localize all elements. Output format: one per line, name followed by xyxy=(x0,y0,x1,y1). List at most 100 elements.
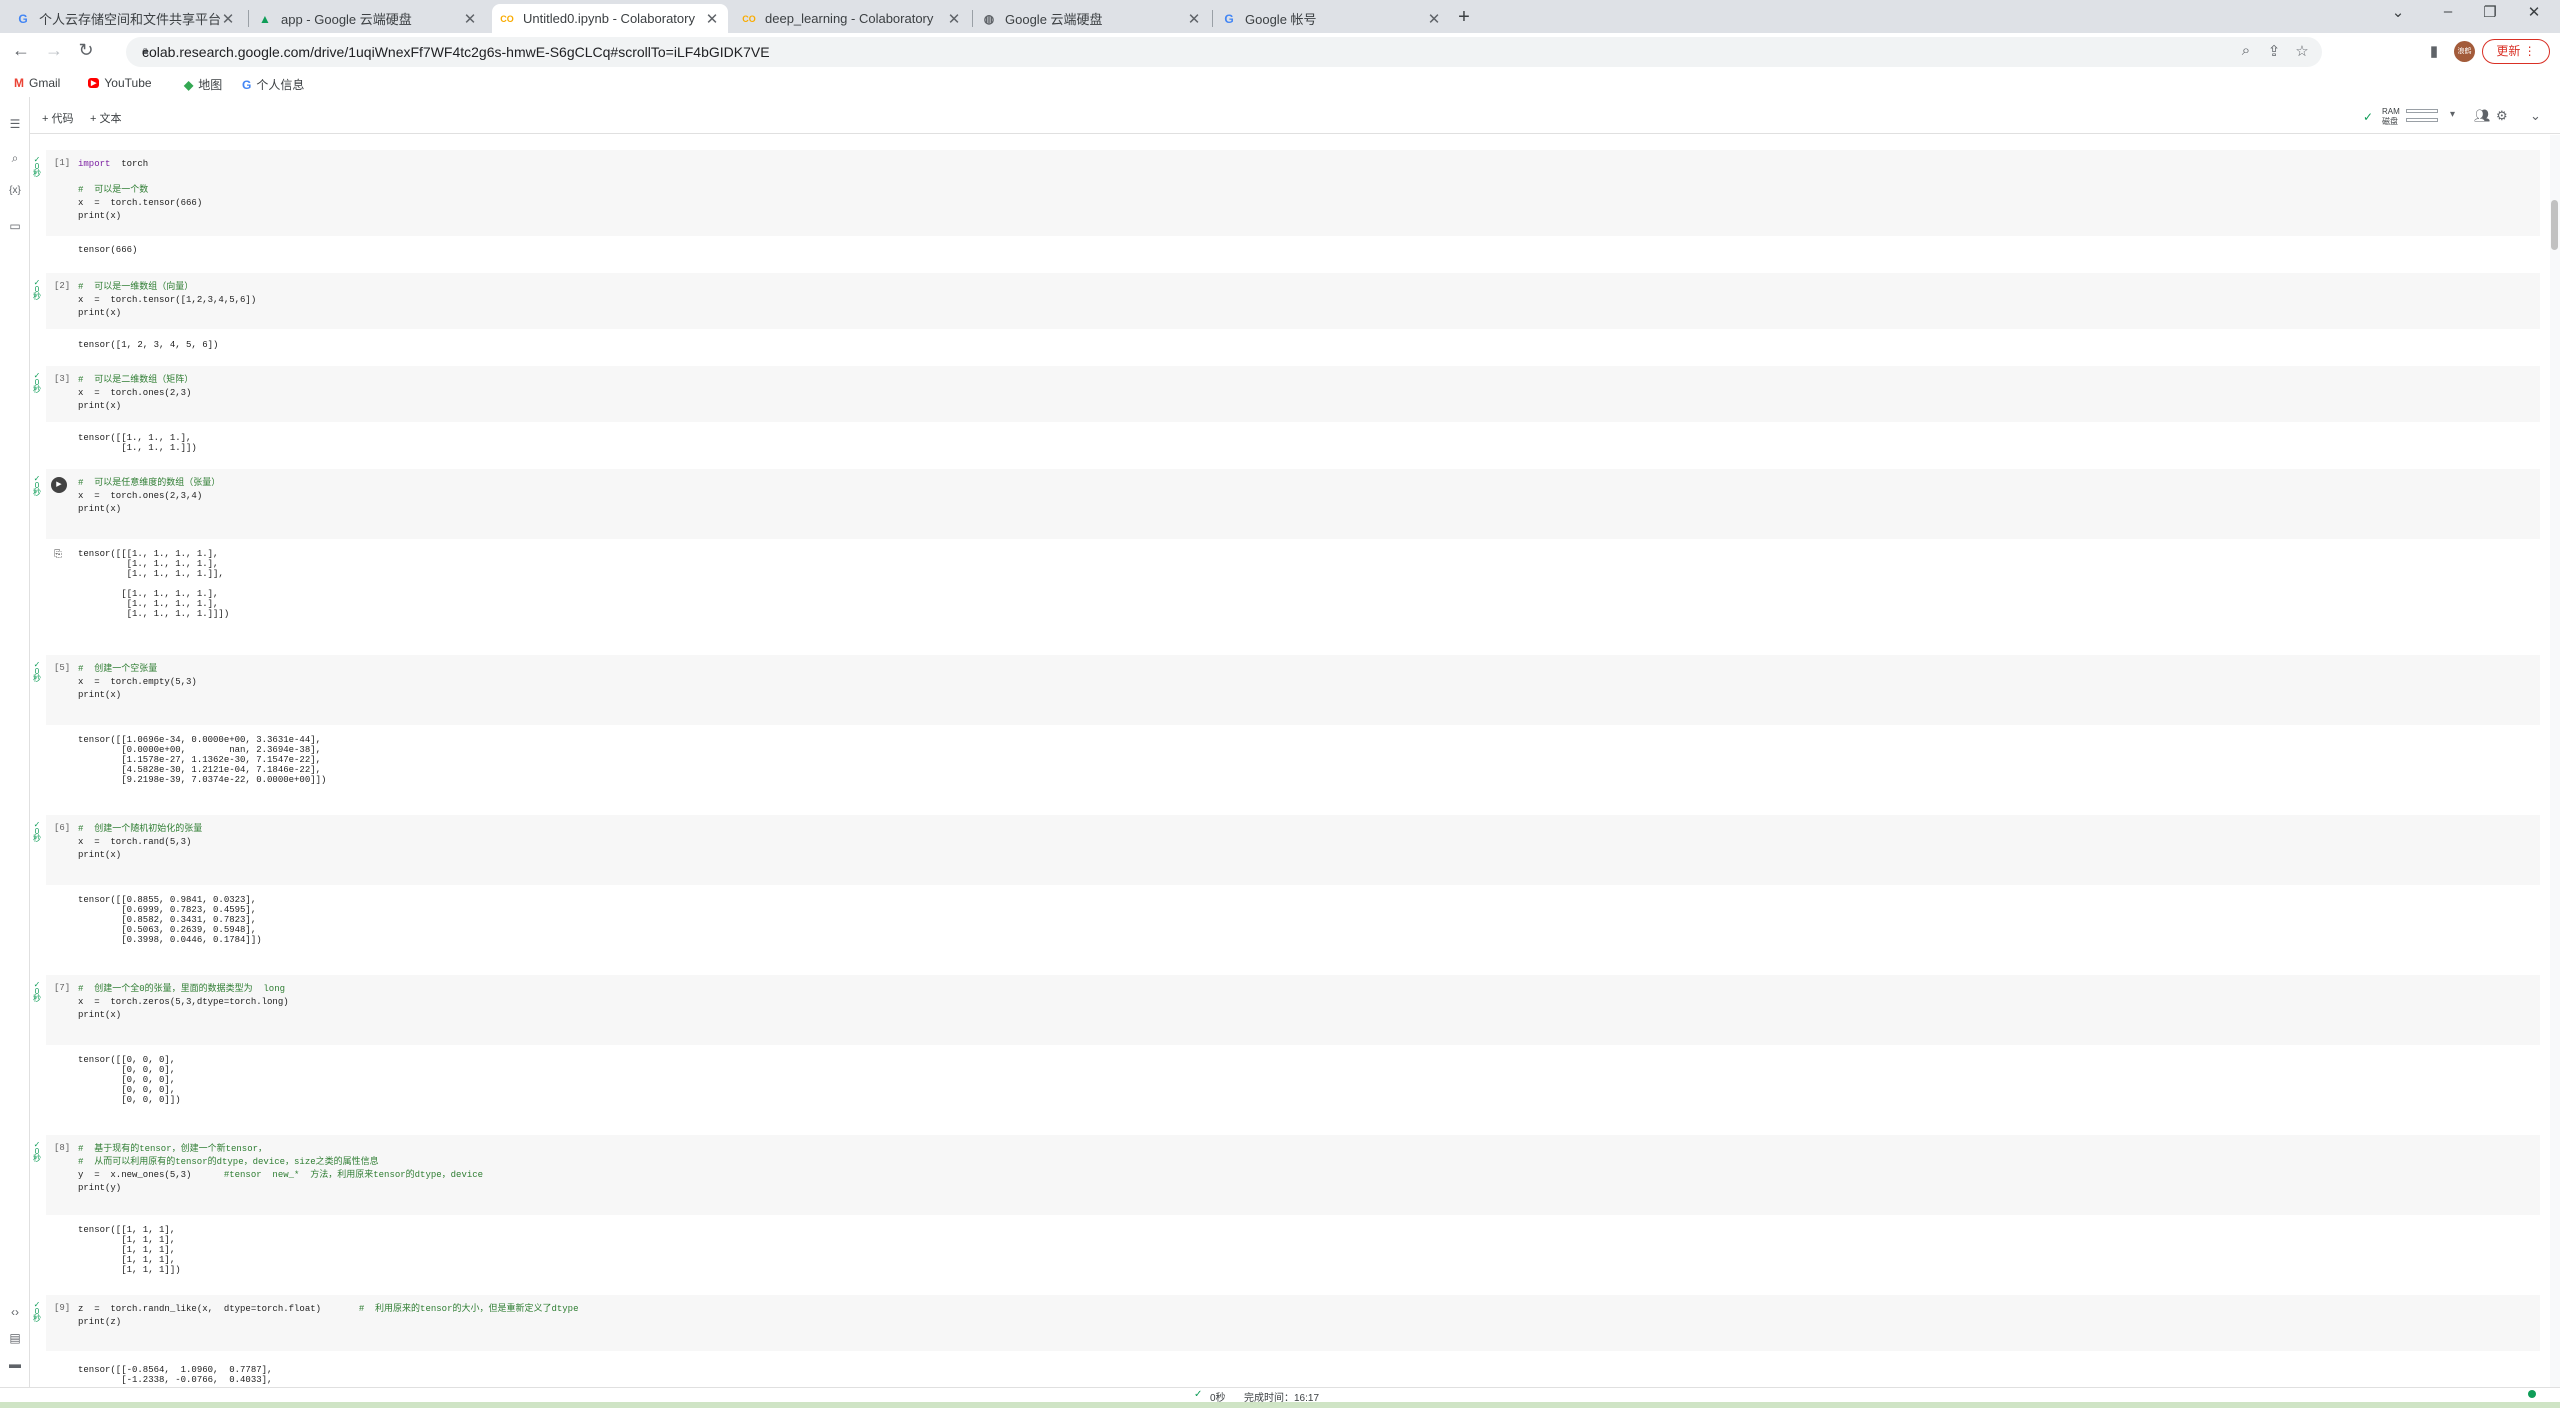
code-line[interactable]: y = x.new_ones(5,3) #tensor new_* 方法，利用原… xyxy=(78,1171,483,1180)
address-bar[interactable]: 🔒︎ colab.research.google.com/drive/1uqiW… xyxy=(126,37,2322,67)
bookmark-star-icon[interactable]: ☆ xyxy=(2292,42,2312,60)
exec-status-icon: ✓ 0 秒 xyxy=(33,820,41,843)
code-line[interactable]: x = torch.zeros(5,3,dtype=torch.long) xyxy=(78,998,289,1007)
colab-toolbar: + 代码 + 文本 ✓ RAM 磁盘 ▾ 👥︎ ⚙ ⌄ xyxy=(0,97,2560,134)
tab-google-account[interactable]: G Google 帐号 ✕ xyxy=(1214,4,1450,33)
code-editor[interactable] xyxy=(46,150,2540,236)
code-line[interactable]: # 创建一个随机初始化的张量 xyxy=(78,825,202,834)
colab-icon: CO xyxy=(500,13,514,24)
code-line[interactable]: print(x) xyxy=(78,851,121,860)
code-line[interactable]: # 创建一个空张量 xyxy=(78,665,157,674)
code-line[interactable]: print(z) xyxy=(78,1318,121,1327)
code-editor[interactable] xyxy=(46,655,2540,725)
code-editor[interactable] xyxy=(46,469,2540,539)
code-line[interactable]: # 基于现有的tensor，创建一个新tensor， xyxy=(78,1145,267,1154)
code-line[interactable]: x = torch.ones(2,3,4) xyxy=(78,492,202,501)
code-line[interactable]: z = torch.randn_like(x, dtype=torch.floa… xyxy=(78,1305,578,1314)
close-icon[interactable]: ✕ xyxy=(462,10,478,28)
globe-icon: ◍ xyxy=(983,11,995,26)
connected-check-icon: ✓ xyxy=(2363,110,2374,124)
bookmark-youtube[interactable]: ▶ YouTube xyxy=(88,76,152,90)
bookmark-label: Gmail xyxy=(29,76,61,90)
colab-sidebar: ☰ ⌕ {x} ▭ ‹› ▤ ▬ xyxy=(0,97,30,1387)
tab-search-icon[interactable]: ⌄ xyxy=(2386,3,2410,21)
code-line[interactable]: # 可以是一维数组（向量） xyxy=(78,283,193,292)
toc-icon[interactable]: ☰ xyxy=(7,117,23,131)
close-icon[interactable]: ✕ xyxy=(1426,10,1442,28)
update-button[interactable]: 更新 ⋮ xyxy=(2482,39,2550,64)
code-line[interactable]: x = torch.rand(5,3) xyxy=(78,838,191,847)
variables-icon[interactable]: {x} xyxy=(7,185,23,196)
code-line[interactable]: x = torch.ones(2,3) xyxy=(78,389,191,398)
avatar[interactable]: 浪鹤 xyxy=(2454,41,2475,62)
close-icon[interactable]: ✕ xyxy=(704,10,720,28)
run-cell-icon[interactable]: ▶ xyxy=(51,477,67,493)
tab-app-drive[interactable]: ▲ app - Google 云端硬盘 ✕ xyxy=(250,4,486,33)
search-icon[interactable]: ⌕ xyxy=(7,151,23,166)
cell-output: tensor([[0, 0, 0], [0, 0, 0], [0, 0, 0],… xyxy=(78,1055,181,1105)
code-line[interactable]: # 从而可以利用原有的tensor的dtype，device，size之类的属性… xyxy=(78,1158,379,1167)
bookmark-maps[interactable]: ◆ 地图 xyxy=(184,76,222,93)
share-people-icon[interactable]: 👥︎ xyxy=(2474,108,2491,124)
code-line[interactable]: x = torch.empty(5,3) xyxy=(78,678,197,687)
code-line[interactable]: x = torch.tensor(666) xyxy=(78,199,202,208)
window-close-icon[interactable]: ✕ xyxy=(2522,3,2546,21)
code-line[interactable]: # 创建一个全0的张量，里面的数据类型为 long xyxy=(78,985,285,994)
exec-status-icon: ✓ 0 秒 xyxy=(33,1140,41,1163)
scrollbar[interactable] xyxy=(2550,135,2560,1387)
chevron-down-icon[interactable]: ▾ xyxy=(2450,109,2455,120)
minimize-icon[interactable]: – xyxy=(2436,3,2460,20)
code-line[interactable]: print(x) xyxy=(78,691,121,700)
code-line[interactable]: import torch xyxy=(78,160,148,169)
ram-label: RAM xyxy=(2382,107,2400,116)
restore-icon[interactable]: ❐ xyxy=(2478,3,2502,21)
code-editor[interactable] xyxy=(46,273,2540,329)
new-tab-button[interactable]: + xyxy=(1453,6,1475,29)
gear-icon[interactable]: ⚙ xyxy=(2496,108,2508,124)
close-icon[interactable]: ✕ xyxy=(946,10,962,28)
code-line[interactable]: print(x) xyxy=(78,309,121,318)
collapse-chevron-icon[interactable]: ⌄ xyxy=(2530,108,2541,124)
code-editor[interactable] xyxy=(46,366,2540,422)
bookmark-personal-info[interactable]: G 个人信息 xyxy=(242,76,304,93)
exec-count: [7] xyxy=(54,983,71,993)
reload-icon[interactable]: ↻ xyxy=(74,40,98,61)
code-line[interactable]: # 可以是二维数组（矩阵） xyxy=(78,376,193,385)
folder-icon[interactable]: ▭ xyxy=(7,219,23,233)
share-icon[interactable]: ⇪ xyxy=(2264,42,2284,60)
drive-icon: ▲ xyxy=(259,11,271,26)
code-line[interactable]: # 可以是任意维度的数组（张量） xyxy=(78,479,220,488)
code-line[interactable]: print(x) xyxy=(78,402,121,411)
terminal-icon[interactable]: ▬ xyxy=(7,1357,23,1371)
code-line[interactable]: print(x) xyxy=(78,505,121,514)
zoom-search-icon[interactable]: ⌕ xyxy=(2236,42,2256,59)
code-editor[interactable] xyxy=(46,975,2540,1045)
code-line[interactable]: print(y) xyxy=(78,1184,121,1193)
code-editor[interactable] xyxy=(46,815,2540,885)
code-line[interactable]: # 可以是一个数 xyxy=(78,186,148,195)
bookmark-gmail[interactable]: M Gmail xyxy=(14,76,60,90)
command-palette-icon[interactable]: ▤ xyxy=(7,1331,23,1345)
code-line[interactable]: x = torch.tensor([1,2,3,4,5,6]) xyxy=(78,296,256,305)
code-line[interactable]: print(x) xyxy=(78,1011,121,1020)
forward-icon[interactable]: → xyxy=(42,40,66,61)
close-icon[interactable]: ✕ xyxy=(1186,10,1202,28)
bookmarks-bar: M Gmail ▶ YouTube ◆ 地图 G 个人信息 xyxy=(0,71,2560,97)
tab-deep-learning-colab[interactable]: CO deep_learning - Colaboratory ✕ xyxy=(734,4,970,33)
add-text-button[interactable]: + 文本 xyxy=(90,110,121,126)
close-icon[interactable]: ✕ xyxy=(220,10,236,28)
tab-personal-cloud[interactable]: G 个人云存储空间和文件共享平台 ✕ xyxy=(8,4,244,33)
back-icon[interactable]: ← xyxy=(9,40,33,61)
ram-disk-indicator[interactable]: ✓ RAM 磁盘 ▾ xyxy=(2358,105,2468,127)
bookmark-label: YouTube xyxy=(104,76,152,90)
code-snippets-icon[interactable]: ‹› xyxy=(7,1305,23,1319)
url-text[interactable]: colab.research.google.com/drive/1uqiWnex… xyxy=(142,44,770,60)
side-panel-icon[interactable]: ▮ xyxy=(2424,42,2444,60)
taskbar-strip xyxy=(0,1402,2560,1408)
tab-untitled0-colab[interactable]: CO Untitled0.ipynb - Colaboratory ✕ xyxy=(492,4,728,33)
scrollbar-thumb[interactable] xyxy=(2551,200,2558,250)
add-code-button[interactable]: + 代码 xyxy=(42,110,73,126)
tab-google-drive[interactable]: ◍ Google 云端硬盘 ✕ xyxy=(974,4,1210,33)
output-actions-icon[interactable]: ⎘ xyxy=(54,549,62,560)
code-line[interactable]: print(x) xyxy=(78,212,121,221)
